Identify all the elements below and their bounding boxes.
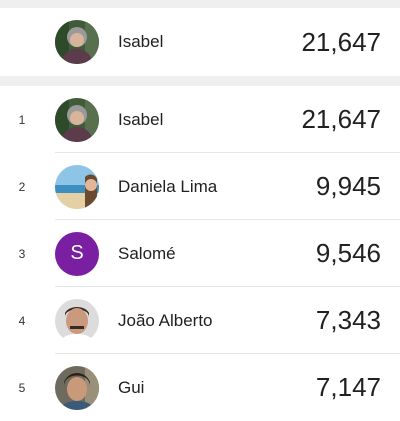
beach-photo-icon [55, 164, 99, 209]
leaderboard-row[interactable]: 3 S Salomé 9,546 [0, 220, 400, 287]
rank-number: 1 [18, 112, 26, 127]
current-player-row[interactable]: Isabel 21,647 [0, 8, 400, 76]
person-photo-icon [55, 20, 99, 64]
player-score: 21,647 [301, 104, 381, 134]
player-name: Isabel [118, 32, 164, 51]
rank-number: 3 [18, 246, 26, 261]
avatar [55, 164, 99, 209]
avatar [55, 365, 99, 410]
player-name: Salomé [118, 243, 176, 263]
rank-number: 4 [18, 313, 26, 328]
leaderboard-row[interactable]: 5 Gui 7,147 [0, 354, 400, 421]
player-score: 7,343 [315, 305, 381, 335]
player-score: 7,147 [315, 372, 381, 402]
section-separator [0, 76, 400, 86]
player-score: 9,546 [315, 238, 381, 268]
player-name: João Alberto [118, 310, 213, 330]
leaderboard-row[interactable]: 1 Isabel 21,647 [0, 86, 400, 153]
person-photo-icon [55, 298, 99, 343]
player-name: Isabel [118, 109, 164, 129]
player-name: Gui [118, 377, 145, 397]
top-strip [0, 0, 400, 8]
rank-number: 2 [18, 179, 26, 194]
player-score: 9,945 [315, 171, 381, 201]
person-photo-icon [55, 97, 99, 142]
leaderboard-row[interactable]: 4 João Alberto 7,343 [0, 287, 400, 354]
player-score: 21,647 [301, 26, 381, 57]
leaderboard-row[interactable]: 2 Daniela Lima 9,945 [0, 153, 400, 220]
rank-number: 5 [18, 380, 26, 395]
person-photo-icon [55, 365, 99, 410]
player-avatar [55, 20, 99, 64]
avatar [55, 97, 99, 142]
letter-avatar: S [55, 231, 99, 276]
player-name: Daniela Lima [118, 176, 218, 196]
avatar [55, 298, 99, 343]
